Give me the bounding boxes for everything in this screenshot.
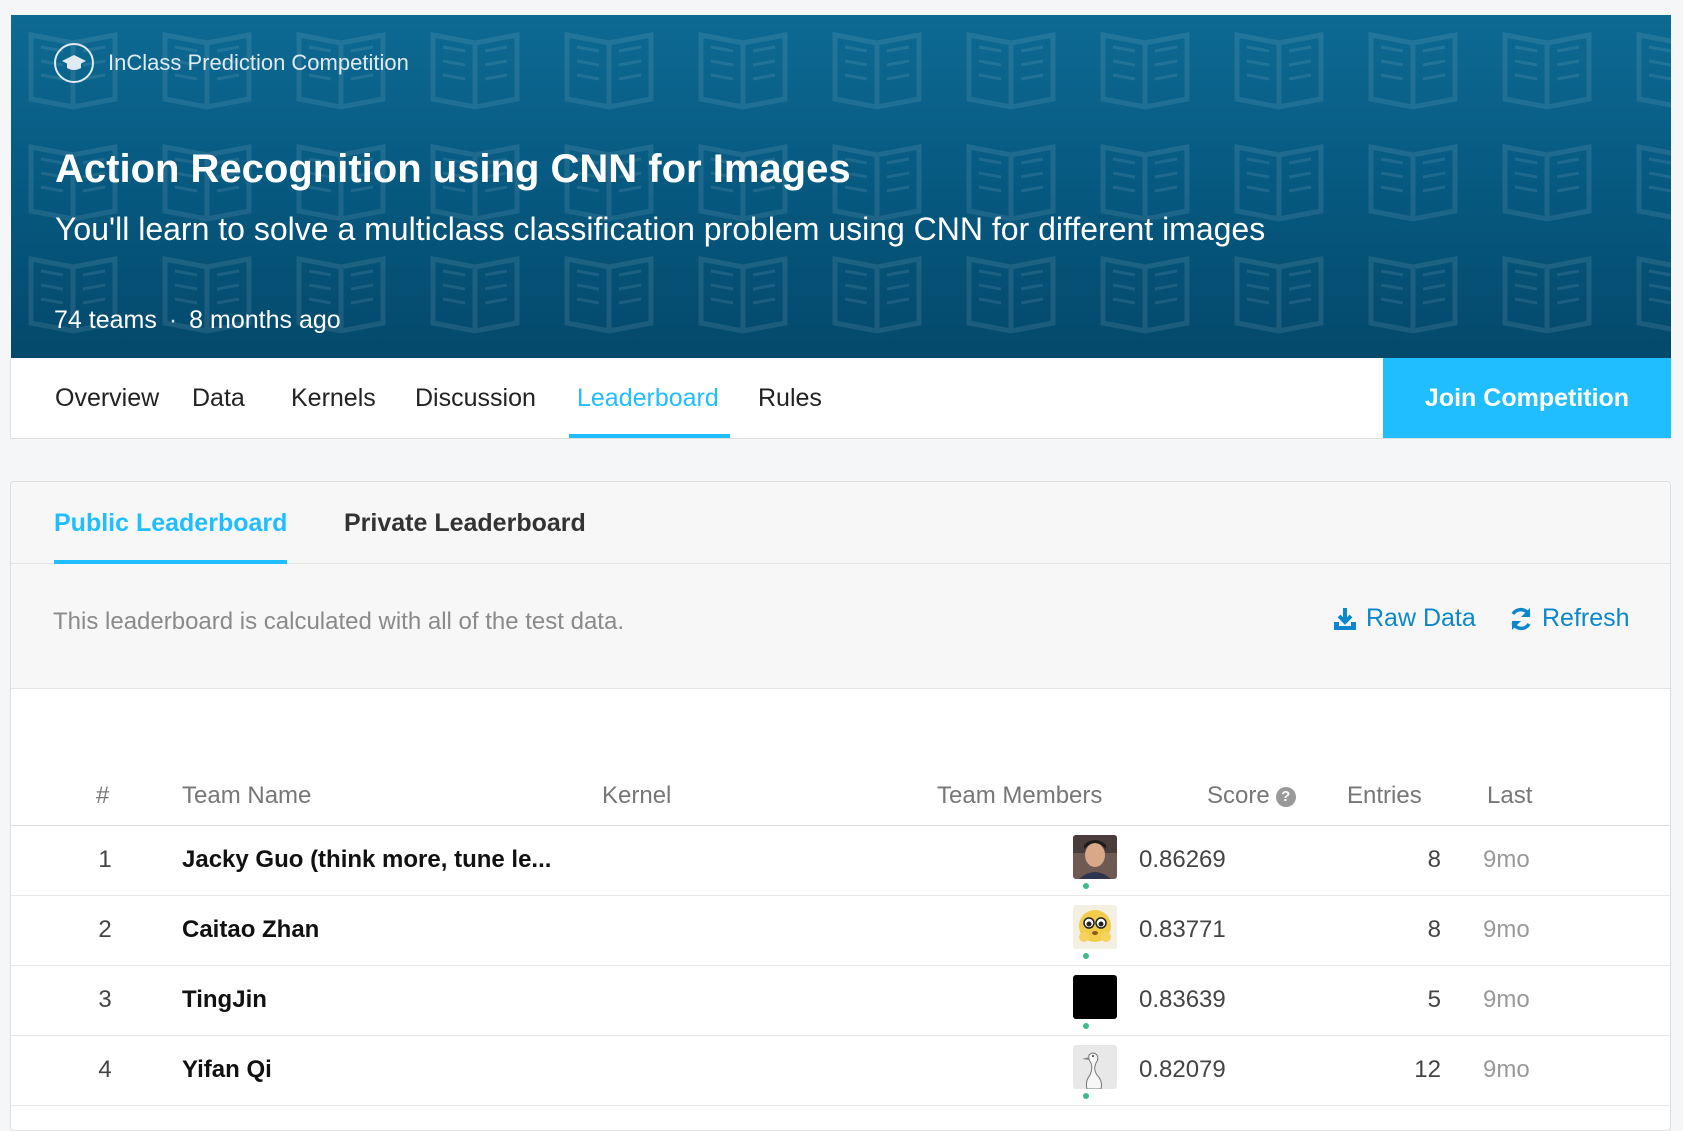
avatar[interactable] — [1073, 975, 1117, 1019]
team-name-link[interactable]: Yifan Qi — [182, 1056, 272, 1084]
leaderboard-description: This leaderboard is calculated with all … — [53, 608, 624, 635]
last-submission-cell: 9mo — [1483, 916, 1530, 943]
tab-public-leaderboard[interactable]: Public Leaderboard — [54, 482, 287, 564]
score-cell: 0.83639 — [1139, 986, 1226, 1013]
rank-cell: 4 — [98, 1056, 112, 1083]
avatar[interactable] — [1073, 905, 1117, 949]
tab-private-leaderboard[interactable]: Private Leaderboard — [344, 482, 586, 564]
table-header: # Team Name Kernel Team Members Score? E… — [11, 774, 1670, 826]
tab-kernels[interactable]: Kernels — [291, 358, 376, 438]
entries-cell: 5 — [1427, 986, 1441, 1013]
table-row[interactable]: 2 Caitao Zhan 0.83771 8 9mo — [11, 896, 1670, 966]
teams-count: 74 teams — [54, 306, 157, 334]
leaderboard-info-bar: This leaderboard is calculated with all … — [11, 564, 1670, 689]
online-indicator — [1083, 1023, 1089, 1029]
column-kernel[interactable]: Kernel — [602, 782, 671, 810]
column-team-name[interactable]: Team Name — [182, 782, 311, 810]
competition-type-label: InClass Prediction Competition — [108, 50, 409, 75]
rank-cell: 2 — [98, 916, 112, 943]
table-row[interactable]: 3 TingJin 0.83639 5 9mo — [11, 966, 1670, 1036]
tab-rules[interactable]: Rules — [758, 358, 822, 438]
entries-cell: 8 — [1427, 916, 1441, 943]
refresh-icon — [1511, 607, 1531, 630]
leaderboard-tabs: Public Leaderboard Private Leaderboard — [11, 482, 1670, 564]
avatar[interactable] — [1073, 835, 1117, 879]
team-name-link[interactable]: Jacky Guo (think more, tune le... — [182, 846, 551, 874]
time-ago: 8 months ago — [189, 306, 341, 334]
leaderboard-panel: Public Leaderboard Private Leaderboard T… — [10, 481, 1671, 1131]
entries-cell: 8 — [1427, 846, 1441, 873]
tab-overview[interactable]: Overview — [55, 358, 159, 438]
table-row[interactable]: 4 Yifan Qi 0.82079 12 9mo — [11, 1036, 1670, 1106]
competition-title: Action Recognition using CNN for Images — [55, 147, 851, 191]
question-icon[interactable]: ? — [1275, 786, 1296, 807]
rank-cell: 1 — [98, 846, 112, 873]
column-score[interactable]: Score? — [1207, 782, 1296, 810]
last-submission-cell: 9mo — [1483, 1056, 1530, 1083]
online-indicator — [1083, 1093, 1089, 1099]
column-score-label: Score — [1207, 782, 1270, 809]
online-indicator — [1083, 883, 1089, 889]
competition-meta: 74 teams · 8 months ago — [54, 306, 341, 335]
online-indicator — [1083, 953, 1089, 959]
graduation-cap-icon — [54, 43, 94, 83]
tab-data[interactable]: Data — [192, 358, 245, 438]
raw-data-label: Raw Data — [1366, 604, 1476, 632]
table-row[interactable]: 1 Jacky Guo (think more, tune le... 0.86… — [11, 826, 1670, 896]
column-last[interactable]: Last — [1487, 782, 1532, 810]
column-entries[interactable]: Entries — [1347, 782, 1422, 810]
leaderboard-table: # Team Name Kernel Team Members Score? E… — [11, 774, 1670, 1106]
refresh-label: Refresh — [1542, 604, 1630, 632]
join-competition-button[interactable]: Join Competition — [1383, 358, 1671, 438]
competition-header: InClass Prediction Competition Action Re… — [11, 15, 1671, 359]
download-icon — [1334, 607, 1356, 630]
entries-cell: 12 — [1414, 1056, 1441, 1083]
tab-leaderboard[interactable]: Leaderboard — [577, 358, 719, 438]
active-tab-indicator — [569, 434, 730, 438]
column-rank[interactable]: # — [96, 782, 109, 810]
refresh-link[interactable]: Refresh — [1508, 604, 1630, 633]
score-cell: 0.83771 — [1139, 916, 1226, 943]
competition-subtitle: You'll learn to solve a multiclass class… — [55, 211, 1266, 247]
column-team-members[interactable]: Team Members — [937, 782, 1102, 810]
team-name-link[interactable]: TingJin — [182, 986, 267, 1014]
meta-separator: · — [168, 306, 178, 334]
last-submission-cell: 9mo — [1483, 986, 1530, 1013]
team-name-link[interactable]: Caitao Zhan — [182, 916, 319, 944]
competition-type: InClass Prediction Competition — [54, 43, 409, 83]
rank-cell: 3 — [98, 986, 112, 1013]
tab-discussion[interactable]: Discussion — [415, 358, 536, 438]
competition-nav: Overview Data Kernels Discussion Leaderb… — [10, 358, 1671, 439]
score-cell: 0.86269 — [1139, 846, 1226, 873]
avatar[interactable] — [1073, 1045, 1117, 1089]
last-submission-cell: 9mo — [1483, 846, 1530, 873]
score-cell: 0.82079 — [1139, 1056, 1226, 1083]
raw-data-link[interactable]: Raw Data — [1332, 604, 1476, 633]
